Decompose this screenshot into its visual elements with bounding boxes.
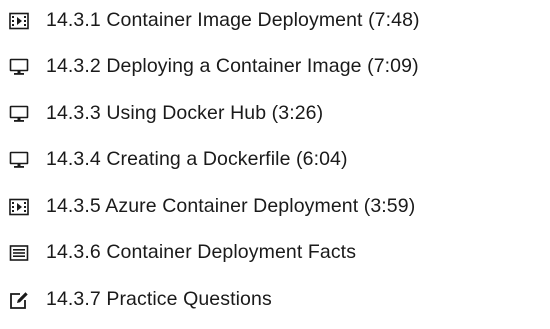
- lesson-item-14-3-3[interactable]: 14.3.3 Using Docker Hub (3:26): [8, 97, 323, 131]
- lesson-item-14-3-1[interactable]: 14.3.1 Container Image Deployment (7:48): [8, 4, 420, 38]
- lesson-label: 14.3.3 Using Docker Hub (3:26): [46, 102, 324, 125]
- lesson-list: 14.3.1 Container Image Deployment (7:48)…: [0, 0, 550, 329]
- lesson-label: 14.3.6 Container Deployment Facts: [46, 241, 357, 264]
- lesson-item-14-3-2[interactable]: 14.3.2 Deploying a Container Image (7:09…: [8, 50, 419, 84]
- lesson-label: 14.3.4 Creating a Dockerfile (6:04): [46, 148, 348, 171]
- monitor-icon: [8, 149, 30, 171]
- lesson-item-14-3-7[interactable]: 14.3.7 Practice Questions: [8, 283, 272, 317]
- monitor-icon: [8, 103, 30, 125]
- lesson-label: 14.3.5 Azure Container Deployment (3:59): [46, 195, 416, 218]
- video-icon: [8, 10, 30, 32]
- lesson-item-14-3-6[interactable]: 14.3.6 Container Deployment Facts: [8, 236, 356, 270]
- monitor-icon: [8, 56, 30, 78]
- document-icon: [8, 242, 30, 264]
- lesson-item-14-3-4[interactable]: 14.3.4 Creating a Dockerfile (6:04): [8, 143, 348, 177]
- video-icon: [8, 196, 30, 218]
- lesson-item-14-3-5[interactable]: 14.3.5 Azure Container Deployment (3:59): [8, 190, 415, 224]
- lesson-label: 14.3.7 Practice Questions: [46, 288, 272, 311]
- lesson-label: 14.3.2 Deploying a Container Image (7:09…: [46, 55, 419, 78]
- edit-icon: [8, 289, 30, 311]
- lesson-label: 14.3.1 Container Image Deployment (7:48): [46, 9, 420, 32]
